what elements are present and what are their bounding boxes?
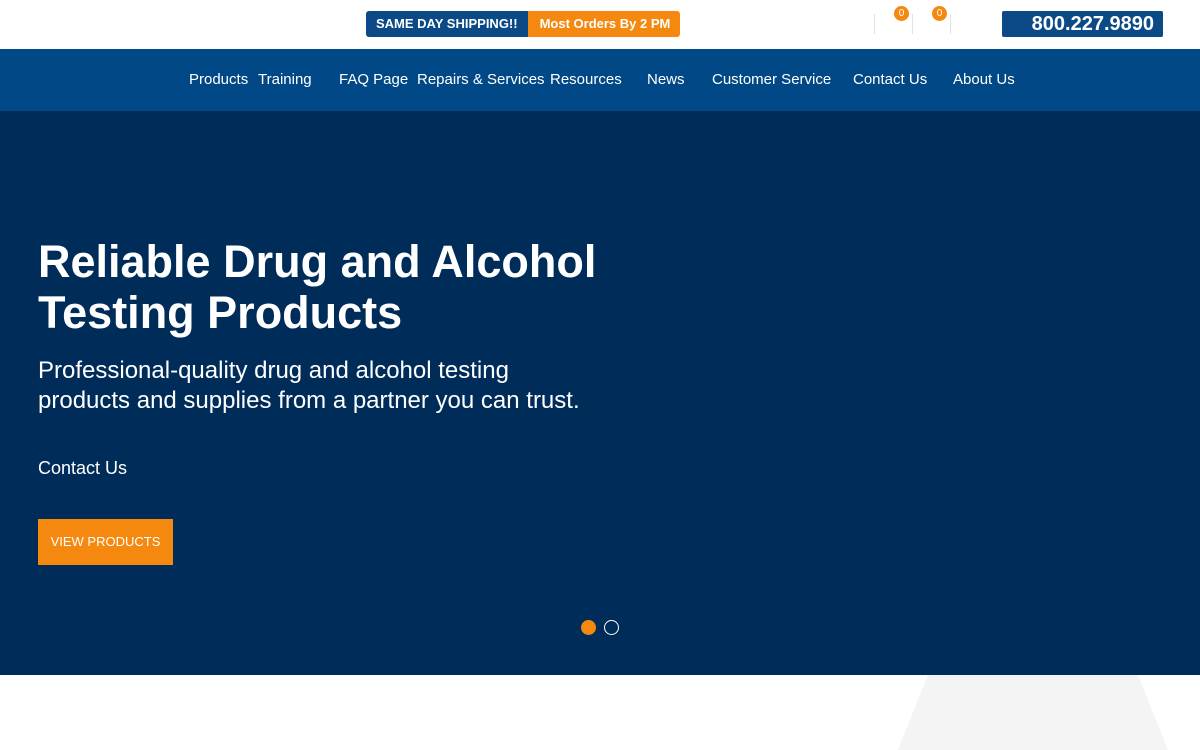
wishlist-count-badge[interactable]: 0 — [894, 6, 909, 21]
nav-item-training[interactable]: Training — [258, 49, 312, 111]
hero-contact-link[interactable]: Contact Us — [38, 457, 127, 479]
nav-item-contact-us[interactable]: Contact Us — [853, 49, 927, 111]
content-section — [0, 675, 1200, 750]
nav-item-customer-service[interactable]: Customer Service — [712, 49, 831, 111]
nav-item-products[interactable]: Products — [189, 49, 248, 111]
view-products-button[interactable]: VIEW PRODUCTS — [38, 519, 173, 565]
hero-subtitle: Professional-quality drug and alcohol te… — [38, 357, 580, 414]
shipping-detail: Most Orders By 2 PM — [527, 11, 681, 37]
nav-item-about-us[interactable]: About Us — [953, 49, 1015, 111]
divider — [950, 14, 951, 34]
hero-slider: Reliable Drug and Alcohol Testing Produc… — [0, 111, 1200, 675]
shipping-label: SAME DAY SHIPPING!! — [366, 11, 528, 37]
decorative-shape — [898, 675, 1168, 750]
top-bar: SAME DAY SHIPPING!! Most Orders By 2 PM … — [0, 0, 1200, 49]
divider — [874, 14, 875, 34]
slider-dot-2[interactable] — [604, 620, 619, 635]
phone-number: 800.227.9890 — [1031, 13, 1154, 35]
main-navigation: Products Training FAQ Page Repairs & Ser… — [0, 49, 1200, 111]
cart-count-badge[interactable]: 0 — [932, 6, 947, 21]
nav-item-faq[interactable]: FAQ Page — [339, 49, 408, 111]
nav-item-resources[interactable]: Resources — [550, 49, 622, 111]
nav-item-repairs-services[interactable]: Repairs & Services — [417, 49, 545, 111]
phone-button[interactable]: 800.227.9890 — [1002, 11, 1163, 37]
nav-item-news[interactable]: News — [647, 49, 685, 111]
slider-dot-1[interactable] — [581, 620, 596, 635]
hero-title: Reliable Drug and Alcohol Testing Produc… — [38, 236, 597, 338]
divider — [912, 14, 913, 34]
shipping-banner: SAME DAY SHIPPING!! Most Orders By 2 PM — [366, 11, 681, 37]
